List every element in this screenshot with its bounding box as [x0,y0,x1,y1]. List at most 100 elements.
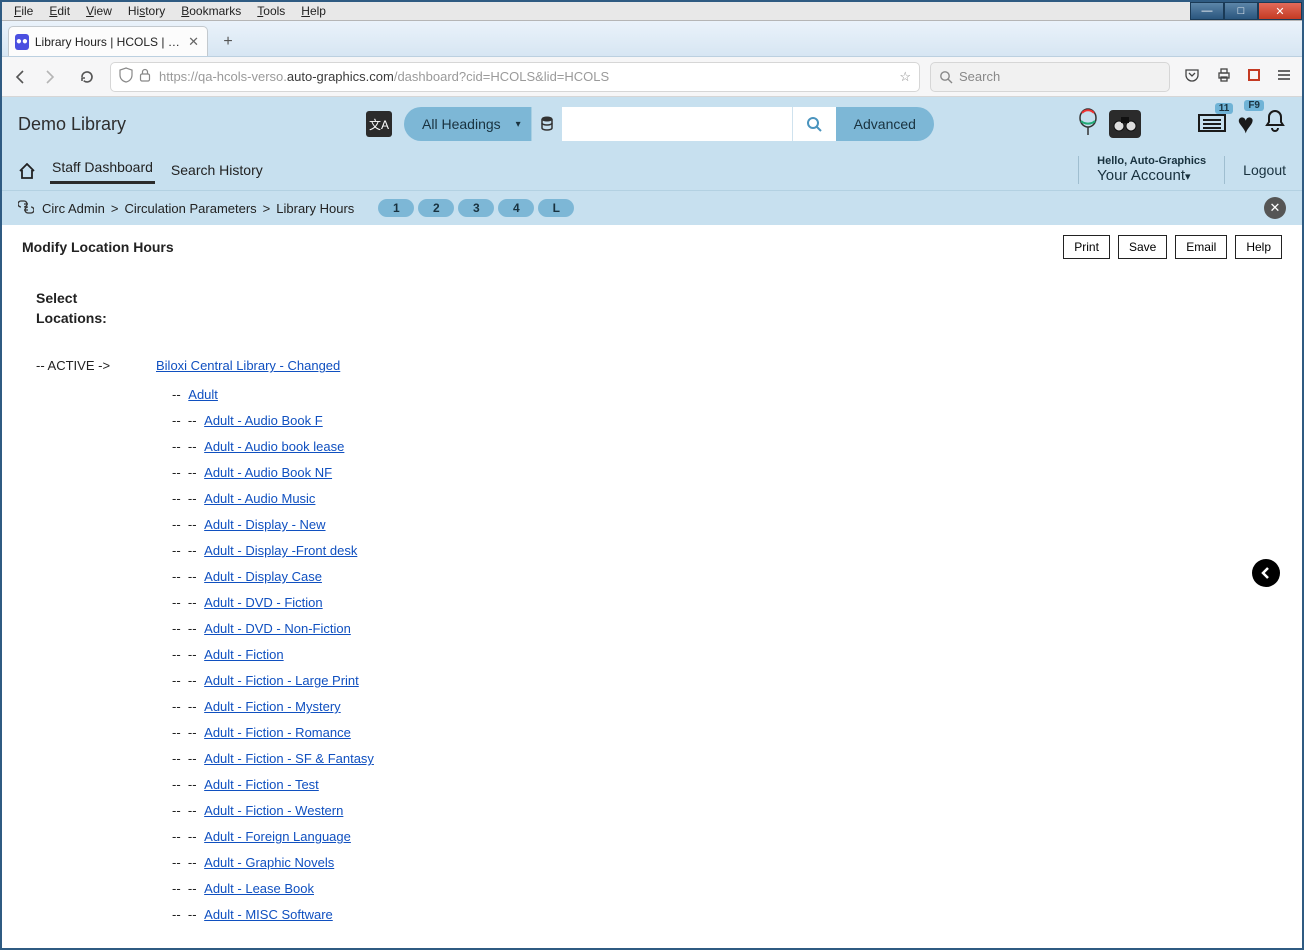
print-icon[interactable] [1216,67,1232,86]
save-button[interactable]: Save [1118,235,1167,259]
tab-favicon: ●● [15,34,29,50]
location-link[interactable]: Adult - Foreign Language [204,829,351,844]
location-link[interactable]: Adult - Fiction [204,647,283,662]
location-link[interactable]: Adult - DVD - Non-Fiction [204,621,351,636]
location-subitem: -- -- Adult - Fiction - Romance [172,725,1282,740]
crumb-library-hours[interactable]: Library Hours [276,201,354,216]
location-link[interactable]: Adult - Audio Book NF [204,465,332,480]
database-icon[interactable] [532,107,562,141]
hamburger-menu-icon[interactable] [1276,67,1292,86]
location-link[interactable]: Adult - Audio Music [204,491,315,506]
tab-title: Library Hours | HCOLS | hcols | [35,35,180,49]
location-subitem: -- -- Adult - DVD - Non-Fiction [172,621,1282,636]
location-subitem: -- -- Adult - Fiction - Western [172,803,1282,818]
email-button[interactable]: Email [1175,235,1227,259]
crumb-circ-admin[interactable]: Circ Admin [42,201,105,216]
window-maximize-button[interactable]: □ [1224,2,1258,20]
new-tab-button[interactable]: + [214,28,242,56]
location-subitem: -- -- Adult - Graphic Novels [172,855,1282,870]
language-icon[interactable]: 文A [366,111,392,137]
app-header: Demo Library 文A All Headings ▾ Advanced [2,97,1302,190]
location-subitem: -- -- Adult - DVD - Fiction [172,595,1282,610]
location-link[interactable]: Adult - Fiction - SF & Fantasy [204,751,374,766]
pocket-icon[interactable] [1184,67,1200,86]
location-link[interactable]: Adult - Fiction - Large Print [204,673,359,688]
crumb-circ-params[interactable]: Circulation Parameters [124,201,256,216]
browser-tab-strip: ●● Library Hours | HCOLS | hcols | ✕ + [2,21,1302,57]
location-link[interactable]: Adult - Audio Book F [204,413,323,428]
page-3-button[interactable]: 3 [458,199,494,217]
location-link[interactable]: Adult - Fiction - Western [204,803,343,818]
location-subitem: -- -- Adult - Fiction - Large Print [172,673,1282,688]
location-link[interactable]: Adult - MISC Software [204,907,333,922]
location-subitem: -- -- Adult - MISC Software [172,907,1282,922]
page-2-button[interactable]: 2 [418,199,454,217]
lock-icon [139,68,151,85]
print-button[interactable]: Print [1063,235,1110,259]
browser-tab[interactable]: ●● Library Hours | HCOLS | hcols | ✕ [8,26,208,56]
account-block[interactable]: Hello, Auto-Graphics Your Account▾ [1097,155,1206,184]
close-panel-icon[interactable]: ✕ [1264,197,1286,219]
balloon-icon[interactable] [1077,108,1099,141]
location-subitem: -- -- Adult - Display - New [172,517,1282,532]
back-button[interactable] [12,68,30,86]
page-4-button[interactable]: 4 [498,199,534,217]
binoculars-icon[interactable] [1109,110,1141,138]
menu-edit[interactable]: Edit [41,2,78,20]
logout-link[interactable]: Logout [1243,162,1286,178]
location-link[interactable]: Adult - Fiction - Test [204,777,319,792]
home-icon[interactable] [18,163,36,184]
url-text: https://qa-hcols-verso.auto-graphics.com… [159,69,899,84]
location-adult-link[interactable]: Adult [188,387,218,402]
tab-close-icon[interactable]: ✕ [188,34,199,50]
page-title: Modify Location Hours [22,239,174,255]
list-icon[interactable]: 11 [1197,111,1227,138]
content-scroll-area[interactable]: Select Locations: -- ACTIVE -> Biloxi Ce… [2,265,1302,933]
search-input[interactable] [562,107,792,141]
search-button[interactable] [792,107,836,141]
address-bar[interactable]: https://qa-hcols-verso.auto-graphics.com… [110,62,920,92]
window-minimize-button[interactable]: — [1190,2,1224,20]
browser-search-box[interactable]: Search [930,62,1170,92]
location-link[interactable]: Adult - Graphic Novels [204,855,334,870]
location-subitem: -- -- Adult - Fiction - Test [172,777,1282,792]
security-icon[interactable] [1248,69,1260,84]
nav-staff-dashboard[interactable]: Staff Dashboard [50,155,155,184]
shield-icon [119,67,133,86]
library-name: Demo Library [18,114,126,135]
menu-file[interactable]: File [6,2,41,20]
location-root-link[interactable]: Biloxi Central Library - Changed [156,358,340,373]
menu-tools[interactable]: Tools [249,2,293,20]
location-link[interactable]: Adult - DVD - Fiction [204,595,322,610]
location-link[interactable]: Adult - Fiction - Romance [204,725,351,740]
page-1-button[interactable]: 1 [378,199,414,217]
bell-icon[interactable] [1264,109,1286,139]
nav-search-history[interactable]: Search History [169,158,265,184]
location-link[interactable]: Adult - Display - New [204,517,325,532]
window-close-button[interactable]: ✕ [1258,2,1302,20]
menu-bookmarks[interactable]: Bookmarks [173,2,249,20]
menu-help[interactable]: Help [293,2,334,20]
location-subitem: -- -- Adult - Foreign Language [172,829,1282,844]
location-link[interactable]: Adult - Display Case [204,569,322,584]
reload-button[interactable] [78,68,96,86]
location-link[interactable]: Adult - Audio book lease [204,439,344,454]
location-subitem: -- -- Adult - Display Case [172,569,1282,584]
help-button[interactable]: Help [1235,235,1282,259]
page-last-button[interactable]: L [538,199,574,217]
forward-button[interactable] [40,68,58,86]
bookmark-star-icon[interactable]: ☆ [899,69,911,85]
collapse-side-arrow-icon[interactable] [1252,559,1280,587]
menu-view[interactable]: View [78,2,120,20]
headings-dropdown[interactable]: All Headings ▾ [404,107,532,141]
location-subitem: -- -- Adult - Audio Music [172,491,1282,506]
location-link[interactable]: Adult - Lease Book [204,881,314,896]
heart-icon[interactable]: ♥ F9 [1237,108,1254,140]
menu-history[interactable]: History [120,2,173,20]
advanced-search-button[interactable]: Advanced [836,107,934,141]
active-marker: -- ACTIVE -> [36,358,156,373]
location-link[interactable]: Adult - Fiction - Mystery [204,699,341,714]
location-link[interactable]: Adult - Display -Front desk [204,543,357,558]
location-subitem: -- -- Adult - Audio Book F [172,413,1282,428]
chevron-down-icon: ▾ [1185,171,1191,183]
